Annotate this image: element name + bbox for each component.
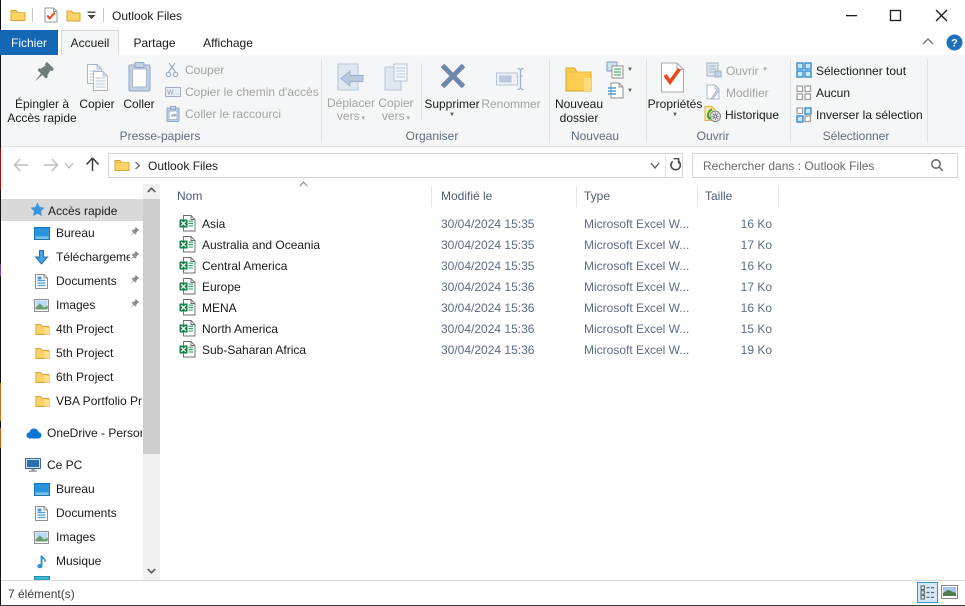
svg-text:?: ? xyxy=(951,38,958,50)
svg-text:W...: W... xyxy=(167,90,179,97)
